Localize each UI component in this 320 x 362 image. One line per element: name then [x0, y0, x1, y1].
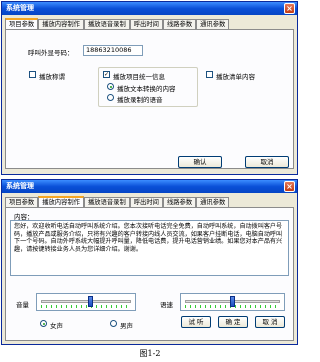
caller-number-label: 呼叫外显号码： — [28, 49, 74, 57]
title-bar: 系统管理 × — [2, 2, 297, 15]
project-params-panel: 呼叫外显号码： 18863210086 播放称谓 ✓ 播放项目统一信息 播放文本… — [5, 29, 294, 169]
content-textarea[interactable]: 您好，欢迎收听电话自动呼叫系统介绍。您本次接听电话完全免费，自动呼叫系统，自动拨… — [10, 220, 289, 276]
volume-slider-thumb[interactable] — [87, 296, 93, 307]
tab-bar: 项目参数 播放内容制作 播放语音录制 呼出时间 线路参数 通讯参数 — [5, 196, 230, 207]
volume-label: 音量 — [16, 301, 29, 309]
radio-recorded-voice-label: 播放录制的语音 — [117, 96, 163, 104]
radio-male-voice[interactable] — [110, 320, 117, 327]
system-settings-window-2: 系统管理 × 项目参数 播放内容制作 播放语音录制 呼出时间 线路参数 通讯参数… — [1, 179, 298, 345]
tab-voice-recording[interactable]: 播放语音录制 — [83, 197, 130, 207]
speed-label: 语速 — [160, 301, 173, 309]
volume-slider[interactable] — [36, 293, 136, 311]
play-list-label: 播放清单内容 — [216, 73, 255, 81]
tab-project-params[interactable]: 项目参数 — [5, 197, 39, 207]
title-bar: 系统管理 × — [2, 180, 297, 193]
tab-call-time[interactable]: 呼出时间 — [129, 19, 163, 29]
play-title-label: 播放称谓 — [39, 73, 65, 81]
test-listen-button[interactable]: 试 听 — [181, 316, 211, 328]
tab-comm-params[interactable]: 通讯参数 — [196, 19, 230, 29]
volume-slider-ticks — [41, 305, 131, 308]
tab-content-creation[interactable]: 播放内容制作 — [38, 19, 84, 29]
radio-text-to-speech-label: 播放文本转换的内容 — [117, 85, 176, 93]
tab-bar: 项目参数 播放内容制作 播放语音录制 呼出时间 线路参数 通讯参数 — [5, 18, 230, 29]
close-icon[interactable]: × — [284, 3, 295, 14]
figure-caption: 图1-2 — [139, 349, 161, 358]
ok-button[interactable]: 确 定 — [218, 316, 248, 328]
play-title-checkbox[interactable] — [29, 71, 36, 78]
cancel-button[interactable]: 取 消 — [255, 316, 285, 328]
radio-recorded-voice[interactable] — [107, 94, 114, 101]
tab-voice-recording[interactable]: 播放语音录制 — [83, 19, 130, 29]
cancel-button[interactable]: 取消 — [245, 156, 289, 168]
tab-project-params[interactable]: 项目参数 — [5, 18, 39, 29]
volume-slider-track — [41, 300, 131, 303]
tab-line-params[interactable]: 线路参数 — [162, 19, 197, 29]
content-creation-panel: 内容： 您好，欢迎收听电话自动呼叫系统介绍。您本次接听电话完全免费，自动呼叫系统… — [5, 207, 294, 341]
speed-slider[interactable] — [180, 293, 285, 311]
radio-text-to-speech[interactable] — [107, 83, 114, 90]
tab-line-params[interactable]: 线路参数 — [162, 197, 197, 207]
play-unified-label: 播放项目统一信息 — [113, 73, 165, 81]
tab-comm-params[interactable]: 通讯参数 — [196, 197, 230, 207]
caller-number-input[interactable]: 18863210086 — [83, 45, 143, 56]
window-title: 系统管理 — [6, 4, 34, 12]
system-settings-window-1: 系统管理 × 项目参数 播放内容制作 播放语音录制 呼出时间 线路参数 通讯参数… — [1, 1, 298, 175]
radio-female-voice[interactable] — [40, 320, 47, 327]
radio-male-voice-label: 男声 — [120, 322, 133, 330]
close-icon[interactable]: × — [284, 181, 295, 192]
window-title: 系统管理 — [6, 182, 34, 190]
ok-button[interactable]: 确认 — [178, 156, 222, 168]
radio-female-voice-label: 女声 — [50, 322, 63, 330]
play-list-checkbox[interactable] — [206, 71, 213, 78]
tab-content-creation[interactable]: 播放内容制作 — [38, 196, 84, 207]
tab-call-time[interactable]: 呼出时间 — [129, 197, 163, 207]
speed-slider-thumb[interactable] — [230, 296, 235, 307]
play-unified-checkbox[interactable]: ✓ — [103, 71, 110, 78]
